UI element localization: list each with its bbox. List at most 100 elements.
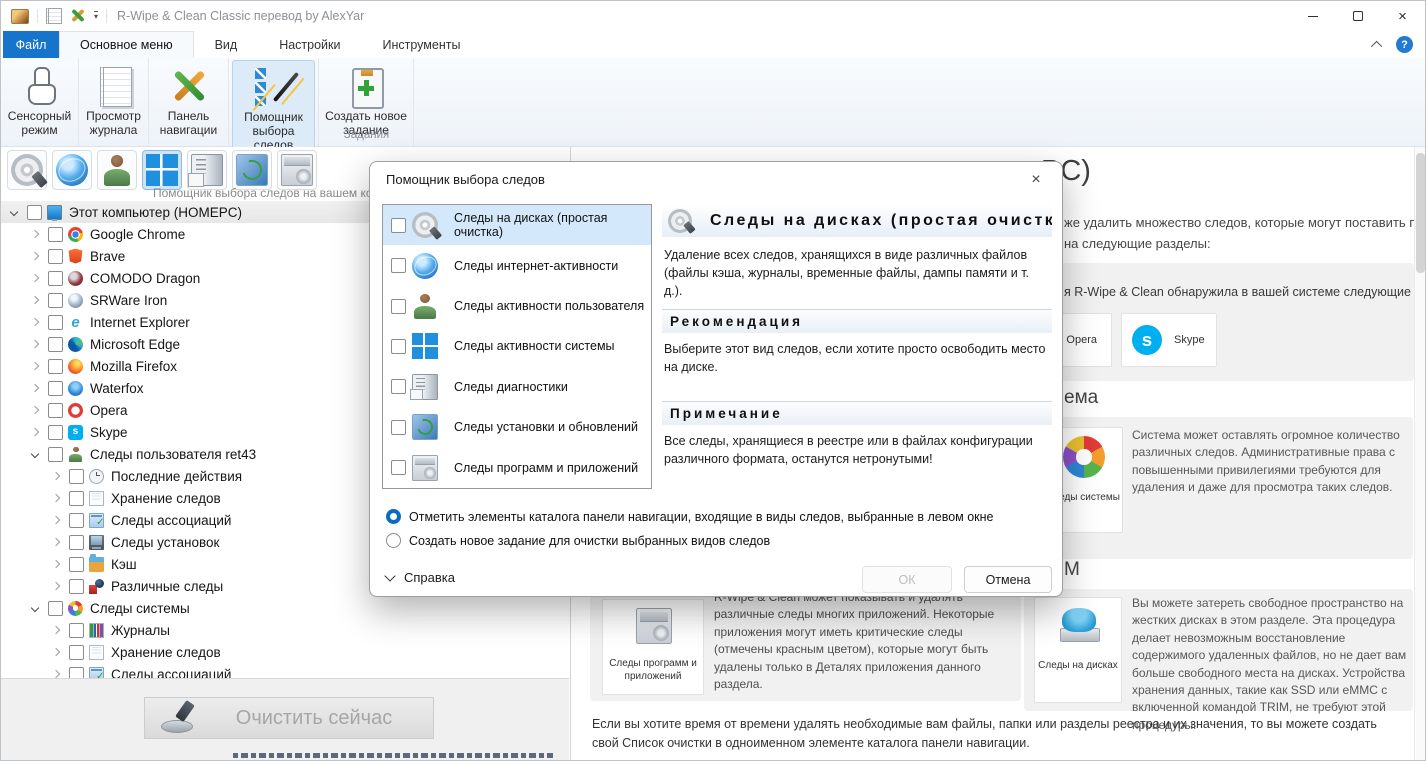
checkbox[interactable] [391,460,406,476]
tree-item[interactable]: Журналы [1,619,569,641]
close-button[interactable]: × [1380,1,1425,31]
ribbon-tab[interactable]: Вид [194,31,259,58]
checkbox[interactable] [48,424,63,440]
checkbox[interactable] [69,490,84,506]
category-button[interactable] [52,150,92,190]
checkbox[interactable] [48,226,63,242]
disk-traces-card[interactable]: Следы на дисках [1034,597,1122,703]
chevron-icon[interactable] [51,559,61,569]
chevron-icon[interactable] [51,493,61,503]
checkbox[interactable] [69,622,84,638]
tree-item[interactable]: Хранение следов [1,641,569,663]
ribbon-tab[interactable]: Основное меню [59,31,194,58]
ribbon-button[interactable]: Сенсорный режим [4,60,75,139]
checkbox[interactable] [48,380,63,396]
chevron-icon[interactable] [30,295,40,305]
dialog-close-button[interactable]: × [1022,168,1050,192]
ribbon-button[interactable]: Создать новое задание [322,60,410,139]
collapse-ribbon-icon[interactable] [1370,40,1383,52]
radio-option[interactable]: Отметить элементы каталога панели навига… [386,509,994,524]
help-expander[interactable]: Справка [384,569,455,585]
chevron-icon[interactable] [51,669,61,678]
checkbox[interactable] [48,292,63,308]
checkbox[interactable] [48,600,63,616]
chevron-icon[interactable] [51,625,61,635]
radio-option[interactable]: Создать новое задание для очистки выбран… [386,533,994,548]
checkbox[interactable] [48,314,63,330]
program-traces-card[interactable]: Следы программ и приложений [602,599,704,695]
checkbox[interactable] [69,534,84,550]
checkbox[interactable] [391,298,406,314]
app-icon[interactable] [11,8,29,24]
chevron-icon[interactable] [30,339,40,349]
checkbox[interactable] [391,258,406,274]
checkbox[interactable] [48,358,63,374]
chevron-icon[interactable] [30,383,40,393]
chevron-icon[interactable] [30,317,40,327]
trace-type-item[interactable]: Следы активности пользователя [383,286,651,326]
category-button[interactable] [187,150,227,190]
checkbox[interactable] [48,402,63,418]
cancel-button[interactable]: Отмена [964,566,1052,593]
minimize-button[interactable] [1290,1,1335,31]
chevron-icon[interactable] [51,515,61,525]
ok-button[interactable]: ОК [862,566,952,593]
journal-quick-icon[interactable] [46,8,62,24]
chevron-icon[interactable] [9,207,19,217]
maximize-button[interactable] [1335,1,1380,31]
chevron-icon[interactable] [51,537,61,547]
checkbox[interactable] [48,446,63,462]
category-button[interactable] [7,150,47,190]
radio-icon[interactable] [386,509,401,524]
ribbon-tab[interactable]: Инструменты [362,31,482,58]
checkbox[interactable] [69,512,84,528]
ribbon-tab[interactable]: Настройки [258,31,361,58]
ribbon-button[interactable]: Просмотр журнала [82,60,145,139]
chevron-icon[interactable] [30,229,40,239]
ribbon-button[interactable]: Помощник выбора следов [232,60,315,155]
skype-card[interactable]: Skype [1121,313,1217,367]
checkbox[interactable] [69,644,84,660]
quick-access-dropdown-icon[interactable]: ▾ [94,11,99,21]
checkbox[interactable] [69,666,84,678]
chevron-icon[interactable] [51,647,61,657]
scrollbar-thumb[interactable] [1416,153,1425,273]
checkbox[interactable] [27,204,42,220]
trace-type-item[interactable]: Следы программ и приложений [383,448,651,488]
trace-type-item[interactable]: Следы установки и обновлений [383,407,651,447]
help-button[interactable]: ? [1396,36,1413,53]
chevron-icon[interactable] [30,603,40,613]
tree-item[interactable]: Следы ассоциаций [1,663,569,678]
scrollbar-track[interactable] [1414,147,1425,760]
checkbox[interactable] [391,379,406,395]
tools-quick-icon[interactable] [70,8,86,24]
checkbox[interactable] [48,270,63,286]
chevron-icon[interactable] [30,449,40,459]
trace-type-item[interactable]: Следы интернет-активности [383,245,651,285]
chevron-icon[interactable] [51,471,61,481]
trace-type-item[interactable]: Следы активности системы [383,326,651,366]
category-button[interactable] [277,150,317,190]
chevron-icon[interactable] [30,427,40,437]
chevron-icon[interactable] [51,581,61,591]
checkbox[interactable] [69,468,84,484]
chevron-icon[interactable] [30,251,40,261]
checkbox[interactable] [48,248,63,264]
file-menu-button[interactable]: Файл [3,31,59,58]
chevron-icon[interactable] [30,273,40,283]
chevron-icon[interactable] [30,361,40,371]
checkbox[interactable] [391,419,406,435]
trace-type-item[interactable]: Следы диагностики [383,367,651,407]
checkbox[interactable] [391,217,406,233]
category-button[interactable] [97,150,137,190]
radio-icon[interactable] [386,533,401,548]
checkbox[interactable] [48,336,63,352]
chevron-icon[interactable] [30,405,40,415]
ribbon-button[interactable]: Панель навигации [152,60,225,139]
checkbox[interactable] [69,556,84,572]
clean-now-button[interactable]: Очистить сейчас [144,697,434,739]
category-button[interactable] [142,150,182,190]
tree-item[interactable]: Следы системы [1,597,569,619]
checkbox[interactable] [391,338,406,354]
category-button[interactable] [232,150,272,190]
